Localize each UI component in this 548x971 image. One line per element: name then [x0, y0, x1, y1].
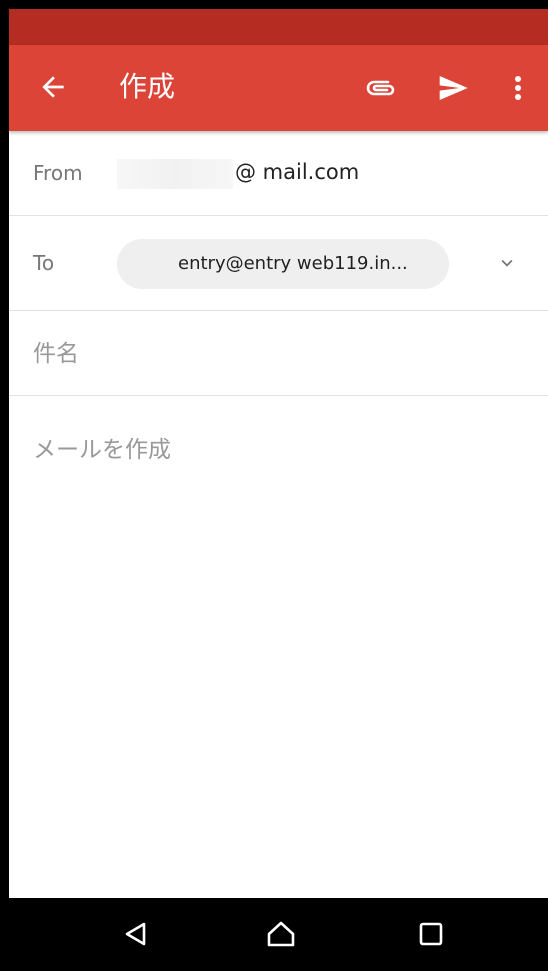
nav-recents-icon[interactable]: [413, 916, 449, 952]
nav-home-icon[interactable]: [263, 916, 299, 952]
body-input[interactable]: [33, 430, 533, 880]
to-label: To: [33, 251, 55, 275]
paperclip-icon[interactable]: [364, 73, 398, 103]
from-label: From: [33, 161, 83, 185]
subject-input[interactable]: [33, 336, 533, 372]
to-row[interactable]: To entry@entry web119.in...: [9, 216, 548, 311]
navigation-bar: [9, 898, 548, 971]
from-address: @ mail.com: [235, 160, 360, 184]
subject-row: [9, 311, 548, 396]
arrow-back-icon[interactable]: [37, 71, 69, 103]
page-title: 作成: [119, 70, 176, 103]
from-row[interactable]: From @ mail.com: [9, 131, 548, 216]
send-icon[interactable]: [435, 72, 471, 104]
phone-screen: 作成 From @ mail.com To entry@entry web119…: [0, 0, 548, 971]
recipient-chip[interactable]: entry@entry web119.in...: [117, 239, 449, 289]
redacted-sender-name: [117, 159, 233, 189]
app-bar: 作成: [9, 45, 548, 131]
nav-back-icon[interactable]: [118, 916, 154, 952]
status-bar: [9, 9, 548, 45]
more-vert-icon[interactable]: [508, 72, 528, 104]
chevron-down-icon[interactable]: [496, 252, 518, 274]
